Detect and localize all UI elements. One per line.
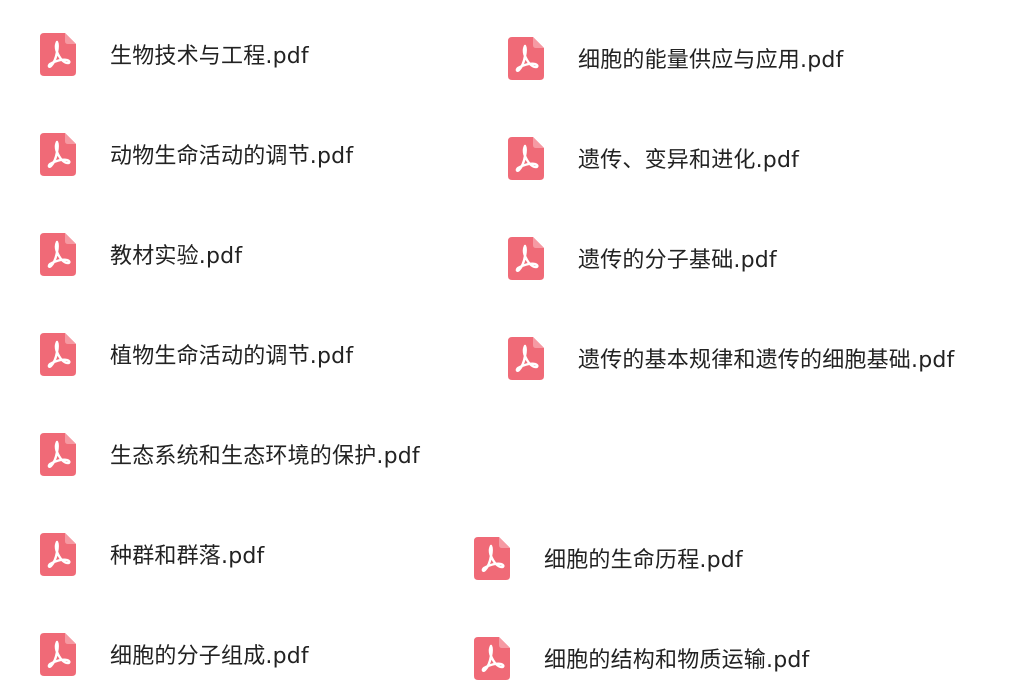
pdf-icon bbox=[474, 536, 510, 580]
file-item[interactable]: 遗传、变异和进化.pdf bbox=[508, 134, 799, 182]
pdf-icon bbox=[40, 32, 76, 76]
file-item[interactable]: 细胞的能量供应与应用.pdf bbox=[508, 34, 843, 82]
pdf-icon bbox=[508, 36, 544, 80]
file-item[interactable]: 植物生命活动的调节.pdf bbox=[40, 330, 353, 378]
file-item[interactable]: 生态系统和生态环境的保护.pdf bbox=[40, 430, 420, 478]
file-name: 动物生命活动的调节.pdf bbox=[110, 144, 354, 169]
pdf-icon bbox=[508, 136, 544, 180]
file-item[interactable]: 遗传的基本规律和遗传的细胞基础.pdf bbox=[508, 334, 954, 382]
pdf-icon bbox=[508, 236, 544, 280]
file-name: 生态系统和生态环境的保护.pdf bbox=[110, 444, 420, 469]
pdf-icon bbox=[40, 532, 76, 576]
file-name: 细胞的结构和物质运输.pdf bbox=[544, 648, 810, 673]
pdf-icon bbox=[40, 232, 76, 276]
file-item[interactable]: 细胞的生命历程.pdf bbox=[474, 534, 743, 582]
pdf-icon bbox=[40, 332, 76, 376]
file-item[interactable]: 种群和群落.pdf bbox=[40, 530, 264, 578]
file-name: 细胞的能量供应与应用.pdf bbox=[578, 48, 844, 73]
file-name: 细胞的分子组成.pdf bbox=[110, 644, 309, 669]
file-name: 种群和群落.pdf bbox=[110, 544, 265, 569]
file-item[interactable]: 生物技术与工程.pdf bbox=[40, 30, 309, 78]
file-name: 植物生命活动的调节.pdf bbox=[110, 344, 354, 369]
file-name: 细胞的生命历程.pdf bbox=[544, 548, 743, 573]
file-name: 生物技术与工程.pdf bbox=[110, 44, 309, 69]
file-item[interactable]: 教材实验.pdf bbox=[40, 230, 242, 278]
file-item[interactable]: 动物生命活动的调节.pdf bbox=[40, 130, 353, 178]
pdf-icon bbox=[474, 636, 510, 680]
file-name: 教材实验.pdf bbox=[110, 244, 243, 269]
pdf-icon bbox=[40, 632, 76, 676]
file-item[interactable]: 细胞的结构和物质运输.pdf bbox=[474, 634, 809, 682]
file-name: 遗传的基本规律和遗传的细胞基础.pdf bbox=[578, 348, 955, 373]
pdf-icon bbox=[508, 336, 544, 380]
file-item[interactable]: 遗传的分子基础.pdf bbox=[508, 234, 777, 282]
pdf-icon bbox=[40, 432, 76, 476]
file-name: 遗传、变异和进化.pdf bbox=[578, 148, 800, 173]
file-item[interactable]: 细胞的分子组成.pdf bbox=[40, 630, 309, 678]
file-name: 遗传的分子基础.pdf bbox=[578, 248, 777, 273]
pdf-icon bbox=[40, 132, 76, 176]
